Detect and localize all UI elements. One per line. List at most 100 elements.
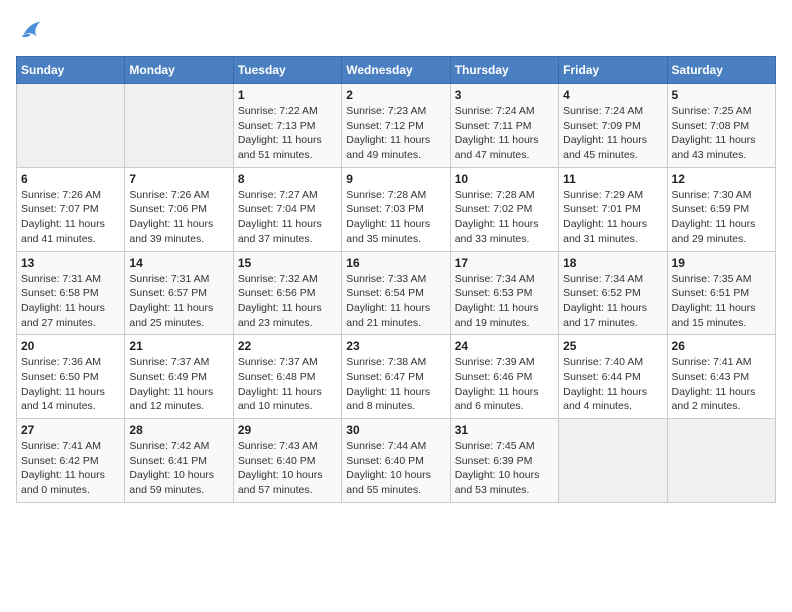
day-number: 3 — [455, 88, 554, 102]
day-info: Sunrise: 7:37 AMSunset: 6:48 PMDaylight:… — [238, 355, 337, 414]
day-number: 17 — [455, 256, 554, 270]
weekday-header-tuesday: Tuesday — [233, 57, 341, 84]
logo-icon — [16, 16, 44, 44]
day-number: 19 — [672, 256, 771, 270]
day-number: 24 — [455, 339, 554, 353]
calendar-cell: 30 Sunrise: 7:44 AMSunset: 6:40 PMDayligh… — [342, 419, 450, 503]
weekday-header-row: SundayMondayTuesdayWednesdayThursdayFrid… — [17, 57, 776, 84]
day-info: Sunrise: 7:29 AMSunset: 7:01 PMDaylight:… — [563, 188, 662, 247]
calendar-cell: 3 Sunrise: 7:24 AMSunset: 7:11 PMDaylight… — [450, 84, 558, 168]
day-number: 18 — [563, 256, 662, 270]
day-info: Sunrise: 7:41 AMSunset: 6:43 PMDaylight:… — [672, 355, 771, 414]
day-info: Sunrise: 7:41 AMSunset: 6:42 PMDaylight:… — [21, 439, 120, 498]
day-number: 27 — [21, 423, 120, 437]
day-info: Sunrise: 7:28 AMSunset: 7:03 PMDaylight:… — [346, 188, 445, 247]
calendar-cell: 11 Sunrise: 7:29 AMSunset: 7:01 PMDayligh… — [559, 167, 667, 251]
calendar-cell: 28 Sunrise: 7:42 AMSunset: 6:41 PMDayligh… — [125, 419, 233, 503]
day-info: Sunrise: 7:35 AMSunset: 6:51 PMDaylight:… — [672, 272, 771, 331]
day-number: 31 — [455, 423, 554, 437]
calendar-cell — [125, 84, 233, 168]
day-info: Sunrise: 7:24 AMSunset: 7:09 PMDaylight:… — [563, 104, 662, 163]
calendar-week-5: 27 Sunrise: 7:41 AMSunset: 6:42 PMDayligh… — [17, 419, 776, 503]
calendar-week-4: 20Sunrise: 7:36 AMSunset: 6:50 PMDayligh… — [17, 335, 776, 419]
day-info: Sunrise: 7:42 AMSunset: 6:41 PMDaylight:… — [129, 439, 228, 498]
day-info: Sunrise: 7:34 AMSunset: 6:53 PMDaylight:… — [455, 272, 554, 331]
logo — [16, 16, 48, 44]
day-number: 5 — [672, 88, 771, 102]
day-number: 4 — [563, 88, 662, 102]
calendar-week-2: 6 Sunrise: 7:26 AMSunset: 7:07 PMDaylight… — [17, 167, 776, 251]
day-number: 16 — [346, 256, 445, 270]
calendar-cell: 14Sunrise: 7:31 AMSunset: 6:57 PMDayligh… — [125, 251, 233, 335]
day-info: Sunrise: 7:45 AMSunset: 6:39 PMDaylight:… — [455, 439, 554, 498]
day-number: 6 — [21, 172, 120, 186]
day-number: 11 — [563, 172, 662, 186]
day-info: Sunrise: 7:30 AMSunset: 6:59 PMDaylight:… — [672, 188, 771, 247]
day-info: Sunrise: 7:26 AMSunset: 7:06 PMDaylight:… — [129, 188, 228, 247]
calendar-cell: 20Sunrise: 7:36 AMSunset: 6:50 PMDayligh… — [17, 335, 125, 419]
day-number: 2 — [346, 88, 445, 102]
calendar-cell: 4 Sunrise: 7:24 AMSunset: 7:09 PMDaylight… — [559, 84, 667, 168]
calendar-week-1: 1Sunrise: 7:22 AMSunset: 7:13 PMDaylight… — [17, 84, 776, 168]
calendar-cell: 19 Sunrise: 7:35 AMSunset: 6:51 PMDayligh… — [667, 251, 775, 335]
weekday-header-monday: Monday — [125, 57, 233, 84]
day-number: 30 — [346, 423, 445, 437]
day-number: 15 — [238, 256, 337, 270]
day-info: Sunrise: 7:37 AMSunset: 6:49 PMDaylight:… — [129, 355, 228, 414]
day-number: 22 — [238, 339, 337, 353]
calendar-cell: 27 Sunrise: 7:41 AMSunset: 6:42 PMDayligh… — [17, 419, 125, 503]
calendar-cell: 1Sunrise: 7:22 AMSunset: 7:13 PMDaylight… — [233, 84, 341, 168]
day-number: 29 — [238, 423, 337, 437]
calendar-cell — [667, 419, 775, 503]
weekday-header-thursday: Thursday — [450, 57, 558, 84]
day-number: 20 — [21, 339, 120, 353]
day-info: Sunrise: 7:44 AMSunset: 6:40 PMDaylight:… — [346, 439, 445, 498]
calendar-cell: 21Sunrise: 7:37 AMSunset: 6:49 PMDayligh… — [125, 335, 233, 419]
weekday-header-sunday: Sunday — [17, 57, 125, 84]
calendar-cell: 12Sunrise: 7:30 AMSunset: 6:59 PMDayligh… — [667, 167, 775, 251]
calendar-cell: 23Sunrise: 7:38 AMSunset: 6:47 PMDayligh… — [342, 335, 450, 419]
page-header — [16, 16, 776, 44]
day-info: Sunrise: 7:23 AMSunset: 7:12 PMDaylight:… — [346, 104, 445, 163]
calendar-cell — [17, 84, 125, 168]
calendar-cell: 26Sunrise: 7:41 AMSunset: 6:43 PMDayligh… — [667, 335, 775, 419]
calendar-cell: 29 Sunrise: 7:43 AMSunset: 6:40 PMDayligh… — [233, 419, 341, 503]
day-number: 10 — [455, 172, 554, 186]
calendar-cell: 15 Sunrise: 7:32 AMSunset: 6:56 PMDayligh… — [233, 251, 341, 335]
calendar-cell: 13 Sunrise: 7:31 AMSunset: 6:58 PMDayligh… — [17, 251, 125, 335]
day-info: Sunrise: 7:39 AMSunset: 6:46 PMDaylight:… — [455, 355, 554, 414]
day-info: Sunrise: 7:40 AMSunset: 6:44 PMDaylight:… — [563, 355, 662, 414]
day-info: Sunrise: 7:31 AMSunset: 6:58 PMDaylight:… — [21, 272, 120, 331]
day-number: 9 — [346, 172, 445, 186]
day-info: Sunrise: 7:32 AMSunset: 6:56 PMDaylight:… — [238, 272, 337, 331]
day-info: Sunrise: 7:24 AMSunset: 7:11 PMDaylight:… — [455, 104, 554, 163]
day-info: Sunrise: 7:27 AMSunset: 7:04 PMDaylight:… — [238, 188, 337, 247]
calendar-week-3: 13 Sunrise: 7:31 AMSunset: 6:58 PMDayligh… — [17, 251, 776, 335]
calendar-cell: 25 Sunrise: 7:40 AMSunset: 6:44 PMDayligh… — [559, 335, 667, 419]
calendar-cell — [559, 419, 667, 503]
calendar-cell: 18 Sunrise: 7:34 AMSunset: 6:52 PMDayligh… — [559, 251, 667, 335]
day-number: 25 — [563, 339, 662, 353]
weekday-header-wednesday: Wednesday — [342, 57, 450, 84]
day-info: Sunrise: 7:43 AMSunset: 6:40 PMDaylight:… — [238, 439, 337, 498]
calendar-cell: 2 Sunrise: 7:23 AMSunset: 7:12 PMDaylight… — [342, 84, 450, 168]
day-number: 13 — [21, 256, 120, 270]
calendar-cell: 24 Sunrise: 7:39 AMSunset: 6:46 PMDayligh… — [450, 335, 558, 419]
calendar-cell: 9 Sunrise: 7:28 AMSunset: 7:03 PMDaylight… — [342, 167, 450, 251]
calendar-table: SundayMondayTuesdayWednesdayThursdayFrid… — [16, 56, 776, 503]
day-number: 28 — [129, 423, 228, 437]
day-info: Sunrise: 7:28 AMSunset: 7:02 PMDaylight:… — [455, 188, 554, 247]
day-number: 7 — [129, 172, 228, 186]
calendar-cell: 8 Sunrise: 7:27 AMSunset: 7:04 PMDaylight… — [233, 167, 341, 251]
day-number: 23 — [346, 339, 445, 353]
calendar-cell: 22 Sunrise: 7:37 AMSunset: 6:48 PMDayligh… — [233, 335, 341, 419]
day-info: Sunrise: 7:34 AMSunset: 6:52 PMDaylight:… — [563, 272, 662, 331]
calendar-cell: 6 Sunrise: 7:26 AMSunset: 7:07 PMDaylight… — [17, 167, 125, 251]
day-number: 8 — [238, 172, 337, 186]
calendar-cell: 17 Sunrise: 7:34 AMSunset: 6:53 PMDayligh… — [450, 251, 558, 335]
weekday-header-friday: Friday — [559, 57, 667, 84]
calendar-cell: 7 Sunrise: 7:26 AMSunset: 7:06 PMDaylight… — [125, 167, 233, 251]
day-info: Sunrise: 7:26 AMSunset: 7:07 PMDaylight:… — [21, 188, 120, 247]
calendar-cell: 16Sunrise: 7:33 AMSunset: 6:54 PMDayligh… — [342, 251, 450, 335]
calendar-cell: 5Sunrise: 7:25 AMSunset: 7:08 PMDaylight… — [667, 84, 775, 168]
